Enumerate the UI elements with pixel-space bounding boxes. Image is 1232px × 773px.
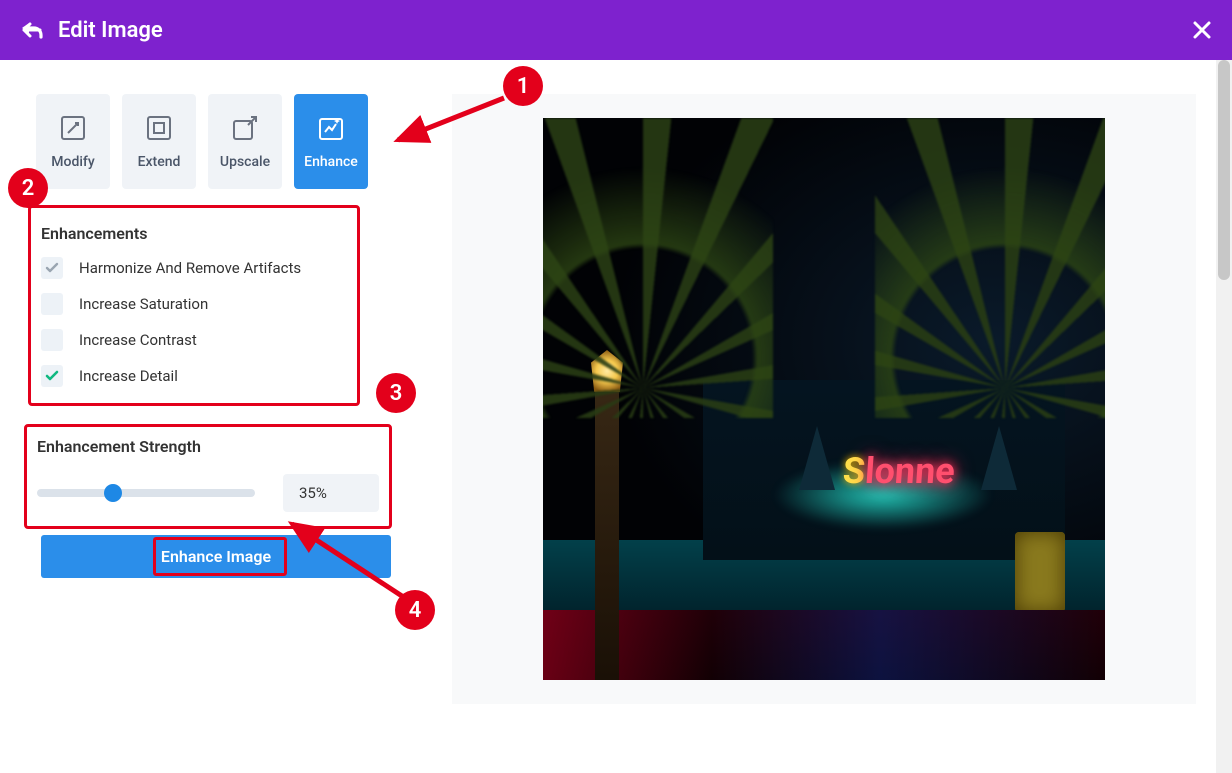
modify-icon — [59, 114, 87, 142]
tab-label: Upscale — [220, 154, 270, 170]
callout-1: 1 — [503, 66, 543, 106]
callout-2: 2 — [8, 168, 48, 208]
checkbox[interactable] — [41, 257, 63, 279]
strength-highlight: Enhancement Strength 35% — [24, 424, 392, 529]
callout-3: 3 — [376, 373, 416, 413]
callout-4: 4 — [395, 590, 435, 630]
preview-panel: Slonne — [452, 94, 1196, 704]
undo-icon[interactable] — [20, 19, 44, 41]
sign-text: Slonne — [842, 450, 957, 492]
checkbox[interactable] — [41, 365, 63, 387]
slider-thumb[interactable] — [104, 484, 122, 502]
enhancements-title: Enhancements — [41, 224, 347, 243]
strength-title: Enhancement Strength — [37, 437, 379, 456]
option-detail[interactable]: Increase Detail — [41, 365, 347, 387]
tab-enhance[interactable]: Enhance — [294, 94, 368, 189]
strength-slider[interactable] — [37, 489, 255, 497]
close-icon[interactable] — [1192, 20, 1212, 40]
scrollbar[interactable] — [1216, 60, 1232, 773]
tab-upscale[interactable]: Upscale — [208, 94, 282, 189]
tab-label: Extend — [138, 154, 181, 170]
enhancements-highlight: Enhancements Harmonize And Remove Artifa… — [28, 205, 360, 406]
preview-image: Slonne — [543, 118, 1105, 680]
modal-title: Edit Image — [58, 18, 163, 43]
checkbox[interactable] — [41, 293, 63, 315]
enhance-icon — [317, 114, 345, 142]
tab-modify[interactable]: Modify — [36, 94, 110, 189]
option-label: Increase Saturation — [79, 295, 208, 313]
option-harmonize[interactable]: Harmonize And Remove Artifacts — [41, 257, 347, 279]
modal-header: Edit Image — [0, 0, 1232, 60]
checkbox[interactable] — [41, 329, 63, 351]
tab-extend[interactable]: Extend — [122, 94, 196, 189]
extend-icon — [145, 114, 173, 142]
tab-label: Modify — [51, 154, 94, 170]
option-label: Increase Detail — [79, 367, 178, 385]
option-saturation[interactable]: Increase Saturation — [41, 293, 347, 315]
option-label: Harmonize And Remove Artifacts — [79, 259, 301, 277]
strength-value[interactable]: 35% — [283, 474, 379, 512]
upscale-icon — [231, 114, 259, 142]
settings-panel: Modify Extend Upscale — [36, 94, 396, 704]
option-label: Increase Contrast — [79, 331, 197, 349]
enhance-image-button[interactable]: Enhance Image — [41, 535, 391, 578]
button-label: Enhance Image — [161, 547, 271, 566]
scrollbar-thumb[interactable] — [1218, 60, 1230, 280]
option-contrast[interactable]: Increase Contrast — [41, 329, 347, 351]
tool-tabs: Modify Extend Upscale — [36, 94, 396, 189]
tab-label: Enhance — [304, 154, 358, 170]
